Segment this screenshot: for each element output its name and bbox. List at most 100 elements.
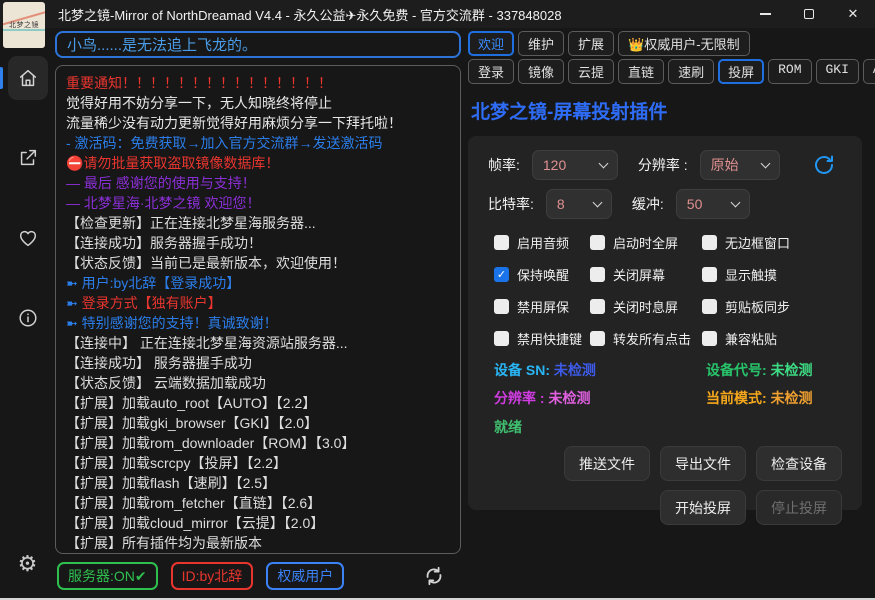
chevron-down-icon bbox=[592, 197, 602, 207]
close-button[interactable]: ✕ bbox=[831, 0, 875, 28]
checkbox-disable-shortcuts[interactable]: 禁用快捷键 bbox=[494, 329, 590, 348]
fps-select[interactable]: 120 bbox=[532, 150, 618, 180]
log-text: 【扩展】所有插件均为最新版本 bbox=[66, 535, 262, 551]
tab-gki[interactable]: GKI bbox=[816, 59, 859, 84]
bitrate-value: 8 bbox=[557, 196, 565, 212]
tab-direct-link[interactable]: 直链 bbox=[618, 59, 664, 84]
tab-auto[interactable]: AUTO bbox=[863, 59, 875, 84]
tab-mirror[interactable]: 镜像 bbox=[518, 59, 564, 84]
log-text: ➼ 特别感谢您的支持！真诚致谢！ bbox=[66, 315, 278, 331]
button-row-2: 开始投屏停止投屏 bbox=[488, 490, 842, 525]
sidebar-item-share[interactable] bbox=[8, 136, 48, 180]
start-cast-button[interactable]: 开始投屏 bbox=[660, 490, 746, 525]
tab-label: 👑权威用户-无限制 bbox=[628, 37, 740, 52]
checkbox-label: 关闭时息屏 bbox=[613, 297, 678, 316]
sidebar-item-home[interactable] bbox=[8, 56, 48, 100]
logo-text: 北梦之镜 bbox=[9, 20, 39, 30]
log-line: 流量稀少没有动力更新觉得好用麻烦分享一下拜托啦！ bbox=[66, 113, 450, 133]
log-text: 【状态反馈】 云端数据加载成功 bbox=[66, 375, 266, 391]
sidebar-item-favorites[interactable] bbox=[8, 216, 48, 260]
log-line: 【连接中】 正在连接北梦星海资源站服务器... bbox=[66, 333, 450, 353]
device-status-grid: 设备 SN: 未检测设备代号: 未检测分辨率 : 未检测当前模式: 未检测 bbox=[494, 360, 842, 408]
checkbox-fullscreen[interactable]: 启动时全屏 bbox=[590, 233, 702, 252]
sidebar: ⚙ bbox=[0, 28, 55, 598]
main-area: ⚙ 小鸟......是无法追上飞龙的。 重要通知！！！！！！！！！！！！！！！觉… bbox=[0, 28, 875, 598]
log-line: — 北梦星海·北梦之镜 欢迎您！ bbox=[66, 193, 450, 213]
tab-quick-flash[interactable]: 速刷 bbox=[668, 59, 714, 84]
tab-login[interactable]: 登录 bbox=[468, 59, 514, 84]
stop-cast-button[interactable]: 停止投屏 bbox=[756, 490, 842, 525]
checkbox-label: 启动时全屏 bbox=[613, 233, 678, 252]
checkbox-label: 无边框窗口 bbox=[725, 233, 790, 252]
tab-extensions[interactable]: 扩展 bbox=[568, 31, 614, 56]
checkbox-audio[interactable]: 启用音频 bbox=[494, 233, 590, 252]
resolution-select[interactable]: 原始 bbox=[700, 150, 780, 180]
log-line: 【连接成功】服务器握手成功！ bbox=[66, 233, 450, 253]
quote-text: 小鸟......是无法追上飞龙的。 bbox=[67, 34, 257, 55]
control-row-1: 帧率: 120 分辨率 : 原始 bbox=[488, 150, 842, 180]
tab-cast[interactable]: 投屏 bbox=[718, 59, 764, 84]
tab-rom[interactable]: ROM bbox=[768, 59, 811, 84]
log-line: 【扩展】所有插件均为最新版本 bbox=[66, 533, 450, 553]
status-badge-user-id[interactable]: ID:by北辞 bbox=[171, 562, 254, 590]
info-icon bbox=[17, 307, 39, 329]
tab-maintenance[interactable]: 维护 bbox=[518, 31, 564, 56]
sidebar-item-about[interactable] bbox=[8, 296, 48, 340]
checkbox-unchecked-box bbox=[494, 331, 509, 346]
status-badge-vip[interactable]: 权威用户 bbox=[266, 562, 344, 590]
minimize-button[interactable] bbox=[743, 0, 787, 28]
checkbox-clipboard-sync[interactable]: 剪贴板同步 bbox=[702, 297, 842, 316]
tab-vip[interactable]: 👑权威用户-无限制 bbox=[618, 31, 750, 56]
log-line: 觉得好用不妨分享一下，无人知晓终将停止 bbox=[66, 93, 450, 113]
log-line: 【扩展】加载scrcpy【投屏】【2.2】 bbox=[66, 453, 450, 473]
sidebar-item-settings[interactable]: ⚙ bbox=[8, 542, 48, 586]
log-panel[interactable]: 重要通知！！！！！！！！！！！！！！！觉得好用不妨分享一下，无人知晓终将停止流量… bbox=[55, 65, 461, 554]
heart-icon bbox=[17, 227, 39, 249]
log-line: ➼ 用户:by北辞【登录成功】 bbox=[66, 273, 450, 293]
buffer-value: 50 bbox=[687, 196, 703, 212]
refresh-icon[interactable] bbox=[423, 565, 445, 587]
minimize-icon bbox=[760, 13, 771, 15]
buffer-select[interactable]: 50 bbox=[676, 189, 750, 219]
log-text: 流量稀少没有动力更新觉得好用麻烦分享一下拜托啦！ bbox=[66, 115, 402, 131]
checkbox-stay-awake[interactable]: ✓保持唤醒 bbox=[494, 265, 590, 284]
checkbox-forward-clicks[interactable]: 转发所有点击 bbox=[590, 329, 702, 348]
checkbox-screen-off[interactable]: 关闭屏幕 bbox=[590, 265, 702, 284]
checkbox-label: 显示触摸 bbox=[725, 265, 777, 284]
log-text: 觉得好用不妨分享一下，无人知晓终将停止 bbox=[66, 95, 332, 111]
log-text: ➼ bbox=[66, 295, 82, 311]
status-badge-row: 服务器:ON✔ ID:by北辞权威用户 bbox=[57, 562, 461, 590]
log-text: 【连接成功】服务器握手成功！ bbox=[66, 235, 262, 251]
log-line: 【扩展】加载cloud_mirror【云提】【2.0】 bbox=[66, 513, 450, 533]
checkbox-show-touch[interactable]: 显示触摸 bbox=[702, 265, 842, 284]
log-text: 【扩展】加载scrcpy【投屏】【2.2】 bbox=[66, 455, 287, 471]
checkbox-label: 启用音频 bbox=[517, 233, 569, 252]
check-device-button[interactable]: 检查设备 bbox=[756, 446, 842, 481]
status-badge-server[interactable]: 服务器:ON✔ bbox=[57, 562, 158, 590]
tab-cloud[interactable]: 云提 bbox=[568, 59, 614, 84]
tab-label: ROM bbox=[778, 62, 801, 77]
checkbox-no-screensaver[interactable]: 禁用屏保 bbox=[494, 297, 590, 316]
log-text: 【检查更新】正在连接北梦星海服务器... bbox=[66, 215, 316, 231]
chevron-down-icon bbox=[760, 158, 770, 168]
log-line: 【扩展】加载gki_browser【GKI】【2.0】 bbox=[66, 413, 450, 433]
checkbox-label: 保持唤醒 bbox=[517, 265, 569, 284]
bitrate-select[interactable]: 8 bbox=[546, 189, 612, 219]
push-file-button[interactable]: 推送文件 bbox=[564, 446, 650, 481]
buffer-label: 缓冲: bbox=[632, 194, 664, 214]
checkbox-unchecked-box bbox=[590, 299, 605, 314]
checkbox-borderless[interactable]: 无边框窗口 bbox=[702, 233, 842, 252]
checkbox-unchecked-box bbox=[590, 331, 605, 346]
app-window: 北梦之镜 北梦之镜-Mirror of NorthDreamad V4.4 - … bbox=[0, 0, 875, 600]
checkbox-off-on-close[interactable]: 关闭时息屏 bbox=[590, 297, 702, 316]
log-text: 【连接中】 正在连接北梦星海资源站服务器... bbox=[66, 335, 348, 351]
log-line: 【检查更新】正在连接北梦星海服务器... bbox=[66, 213, 450, 233]
refresh-devices-icon[interactable] bbox=[812, 153, 836, 177]
maximize-button[interactable] bbox=[787, 0, 831, 28]
tab-welcome[interactable]: 欢迎 bbox=[468, 31, 514, 56]
bitrate-label: 比特率: bbox=[488, 194, 534, 214]
export-file-button[interactable]: 导出文件 bbox=[660, 446, 746, 481]
checkbox-unchecked-box bbox=[590, 235, 605, 250]
checkbox-legacy-paste[interactable]: 兼容粘贴 bbox=[702, 329, 842, 348]
status-device-code: 设备代号: 未检测 bbox=[706, 360, 842, 380]
